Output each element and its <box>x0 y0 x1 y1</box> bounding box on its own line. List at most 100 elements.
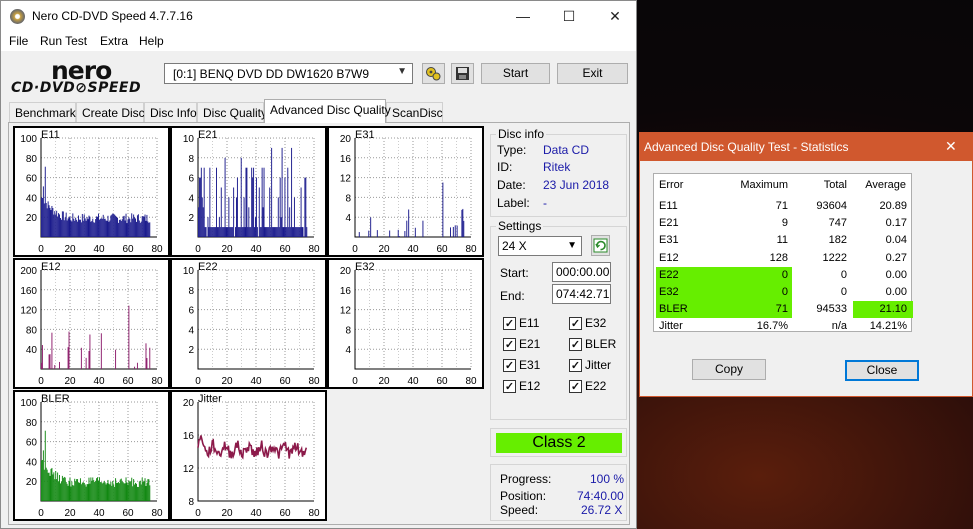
maximize-button[interactable]: ☐ <box>546 1 592 31</box>
checkmark-icon[interactable]: ✓ <box>503 359 516 372</box>
x-tick-label: 40 <box>93 244 105 255</box>
copy-button[interactable]: Copy <box>692 359 766 380</box>
chart-bar <box>214 227 216 237</box>
chart-bar <box>207 217 209 237</box>
start-button[interactable]: Start <box>481 63 550 84</box>
chart-bar <box>56 210 58 237</box>
tab-scandisc[interactable]: ScanDisc <box>386 102 443 122</box>
chart-bar <box>54 211 56 237</box>
chart-bar <box>109 484 111 501</box>
chart-bar <box>104 218 106 237</box>
chart-bar <box>69 477 71 501</box>
y-tick-label: 12 <box>340 306 352 317</box>
x-tick-label: 40 <box>407 376 419 387</box>
chart-bar <box>199 177 201 237</box>
chart-bar <box>72 213 74 237</box>
close-icon[interactable]: ✕ <box>945 138 957 155</box>
stat-cell: 1222 <box>822 251 847 264</box>
chart-bar <box>136 215 138 237</box>
stat-cell: 71 <box>775 200 788 212</box>
chart-bar <box>98 480 99 501</box>
end-time-input[interactable]: 074:42.71 <box>552 284 611 304</box>
chart-bar <box>59 361 60 369</box>
chart-bar <box>281 147 283 237</box>
id-label: ID: <box>497 160 513 174</box>
chart-bar <box>110 215 112 237</box>
chart-bar <box>145 220 147 237</box>
menu-extra[interactable]: Extra <box>100 34 128 48</box>
y-tick-label: 4 <box>345 213 351 224</box>
exit-button[interactable]: Exit <box>557 63 628 84</box>
chart-bar <box>269 187 271 237</box>
chart-bar <box>62 478 64 501</box>
tab-disc-info[interactable]: Disc Info <box>144 102 197 122</box>
chart-bar <box>135 482 137 501</box>
chart-bar <box>247 227 249 237</box>
type-label: Type: <box>497 143 527 157</box>
chart-bar <box>227 227 229 237</box>
chart-bar <box>118 483 120 501</box>
chart-bar <box>212 227 214 237</box>
minimize-button[interactable]: — <box>500 1 546 31</box>
checkmark-icon[interactable]: ✓ <box>569 380 582 393</box>
tab-disc-quality[interactable]: Disc Quality <box>197 102 267 122</box>
chart-bar <box>80 484 82 501</box>
chart-bar <box>59 475 60 501</box>
tab-create-disc[interactable]: Create Disc <box>76 102 145 122</box>
chart-bar <box>73 485 75 501</box>
chart-bar <box>233 187 235 237</box>
chart-bar <box>147 221 149 237</box>
save-button[interactable] <box>451 63 474 84</box>
chart-bar <box>91 220 93 237</box>
chart-bar <box>370 217 372 237</box>
chart-bar <box>300 187 302 237</box>
tab-advanced-disc-quality[interactable]: Advanced Disc Quality <box>264 99 391 123</box>
statistics-table: Error Maximum Total Average E11 71 93604 20.89 E… <box>653 173 913 332</box>
chart-e11: E11 0 20 40 60 80 20 40 60 80 100 <box>13 126 170 257</box>
chart-bar <box>221 227 223 237</box>
chart-bar <box>452 226 454 237</box>
column-header: Error <box>659 179 684 191</box>
menu-run-test[interactable]: Run Test <box>40 34 87 48</box>
checkmark-icon[interactable]: ✓ <box>503 338 516 351</box>
chart-bar <box>67 347 69 369</box>
checkmark-icon[interactable]: ✓ <box>569 359 582 372</box>
y-tick-label: 12 <box>183 464 195 475</box>
checkmark-icon[interactable]: ✓ <box>569 317 582 330</box>
y-tick-label: 160 <box>20 286 37 297</box>
chart-bar <box>376 230 378 237</box>
chart-bar <box>120 221 122 237</box>
close-window-button[interactable]: ✕ <box>592 1 636 31</box>
chart-bar <box>273 227 275 237</box>
tab-benchmark[interactable]: Benchmark <box>9 102 76 122</box>
chart-bar <box>442 182 444 237</box>
chart-bar <box>75 481 77 501</box>
chart-bar <box>461 209 463 237</box>
x-tick-label: 40 <box>250 376 262 387</box>
chart-bar <box>201 197 203 237</box>
checkmark-icon[interactable]: ✓ <box>503 380 516 393</box>
chart-title: E22 <box>198 261 218 273</box>
chart-bar <box>92 218 94 237</box>
drive-select[interactable]: [0:1] BENQ DVD DD DW1620 B7W9 ▼ <box>164 63 413 84</box>
close-button[interactable]: Close <box>845 360 919 381</box>
column-header: Total <box>823 179 847 191</box>
drive-info-button[interactable] <box>422 63 445 84</box>
chart-bar <box>141 477 143 501</box>
chart-bar <box>50 210 52 237</box>
chart-bar <box>414 227 416 237</box>
menu-file[interactable]: File <box>9 34 28 48</box>
chart-title: BLER <box>41 393 70 405</box>
type-value: Data CD <box>543 143 590 157</box>
stat-cell: 0 <box>840 268 847 281</box>
menu-help[interactable]: Help <box>139 34 164 48</box>
chart-bar <box>263 167 265 237</box>
refresh-speed-button[interactable] <box>591 235 610 256</box>
chart-bar <box>68 331 70 369</box>
checkmark-icon[interactable]: ✓ <box>503 317 516 330</box>
chart-bar <box>278 227 280 237</box>
start-time-input[interactable]: 000:00.00 <box>552 262 611 282</box>
chart-bar <box>99 482 101 501</box>
speed-select[interactable]: 24 X ▼ <box>498 236 582 256</box>
checkmark-icon[interactable]: ✓ <box>569 338 582 351</box>
